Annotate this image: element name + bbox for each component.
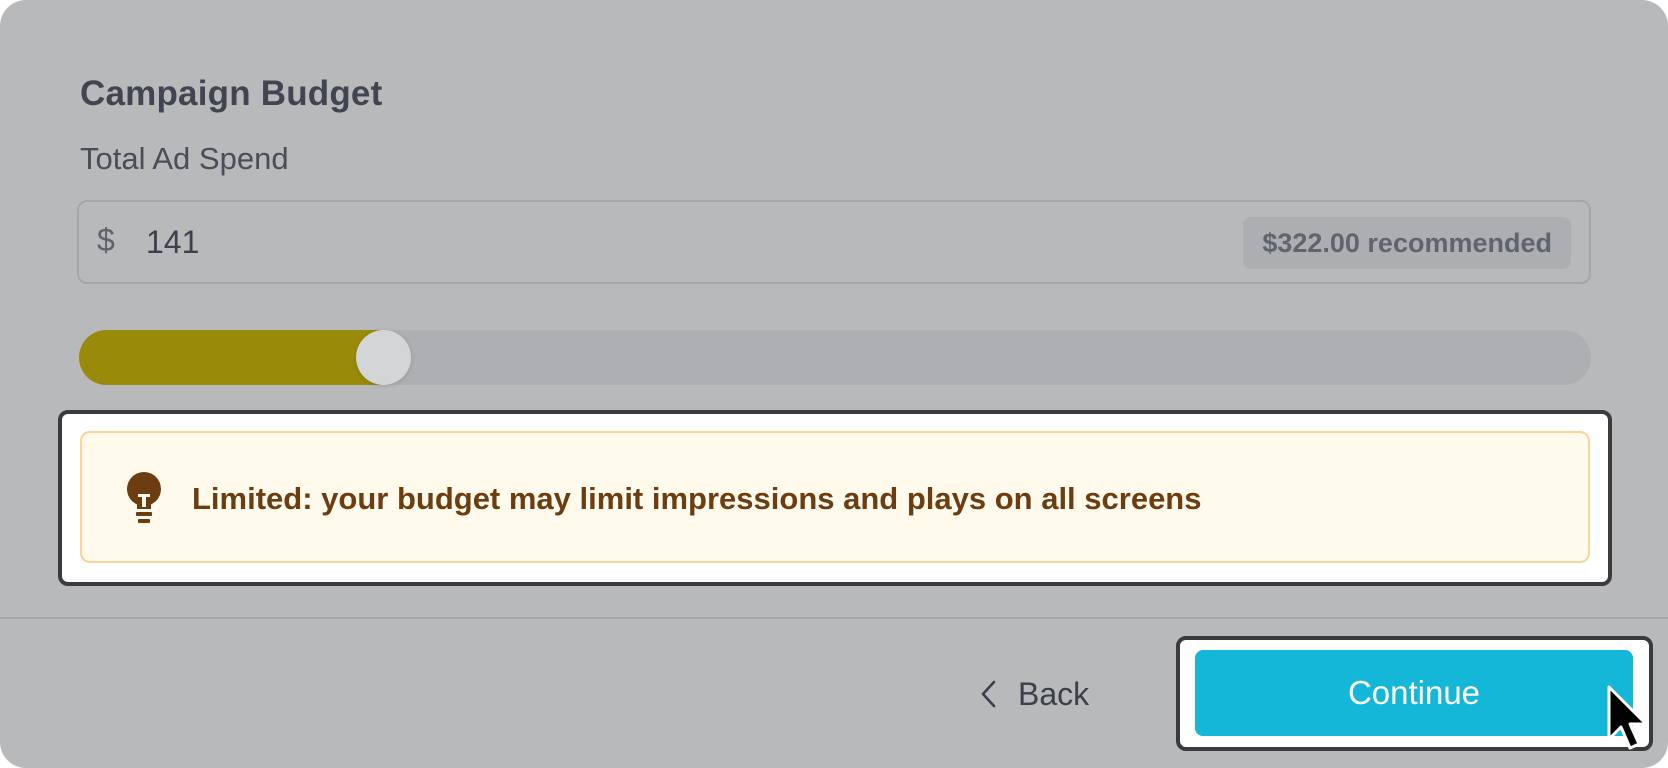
continue-button[interactable]: Continue	[1195, 650, 1633, 736]
chevron-left-icon	[981, 680, 996, 708]
budget-panel: Campaign Budget Total Ad Spend $ 141 $32…	[0, 0, 1668, 768]
back-label: Back	[1018, 675, 1090, 712]
currency-symbol: $	[97, 222, 115, 258]
total-ad-spend-label: Total Ad Spend	[80, 141, 289, 176]
ad-spend-value[interactable]: 141	[146, 224, 199, 261]
recommended-badge: $322.00 recommended	[1243, 217, 1571, 269]
footer-divider	[0, 617, 1668, 619]
budget-warning-callout: Limited: your budget may limit impressio…	[80, 431, 1590, 563]
slider-thumb[interactable]	[356, 330, 411, 385]
section-title: Campaign Budget	[80, 74, 383, 113]
callout-message: Limited: your budget may limit impressio…	[192, 481, 1202, 516]
lightbulb-icon	[127, 472, 161, 523]
slider-fill	[79, 330, 383, 385]
budget-slider[interactable]	[79, 330, 1591, 385]
back-button[interactable]: Back	[980, 672, 1089, 716]
ad-spend-input[interactable]: $ 141 $322.00 recommended	[77, 200, 1591, 284]
mouse-cursor-icon	[1607, 685, 1648, 750]
